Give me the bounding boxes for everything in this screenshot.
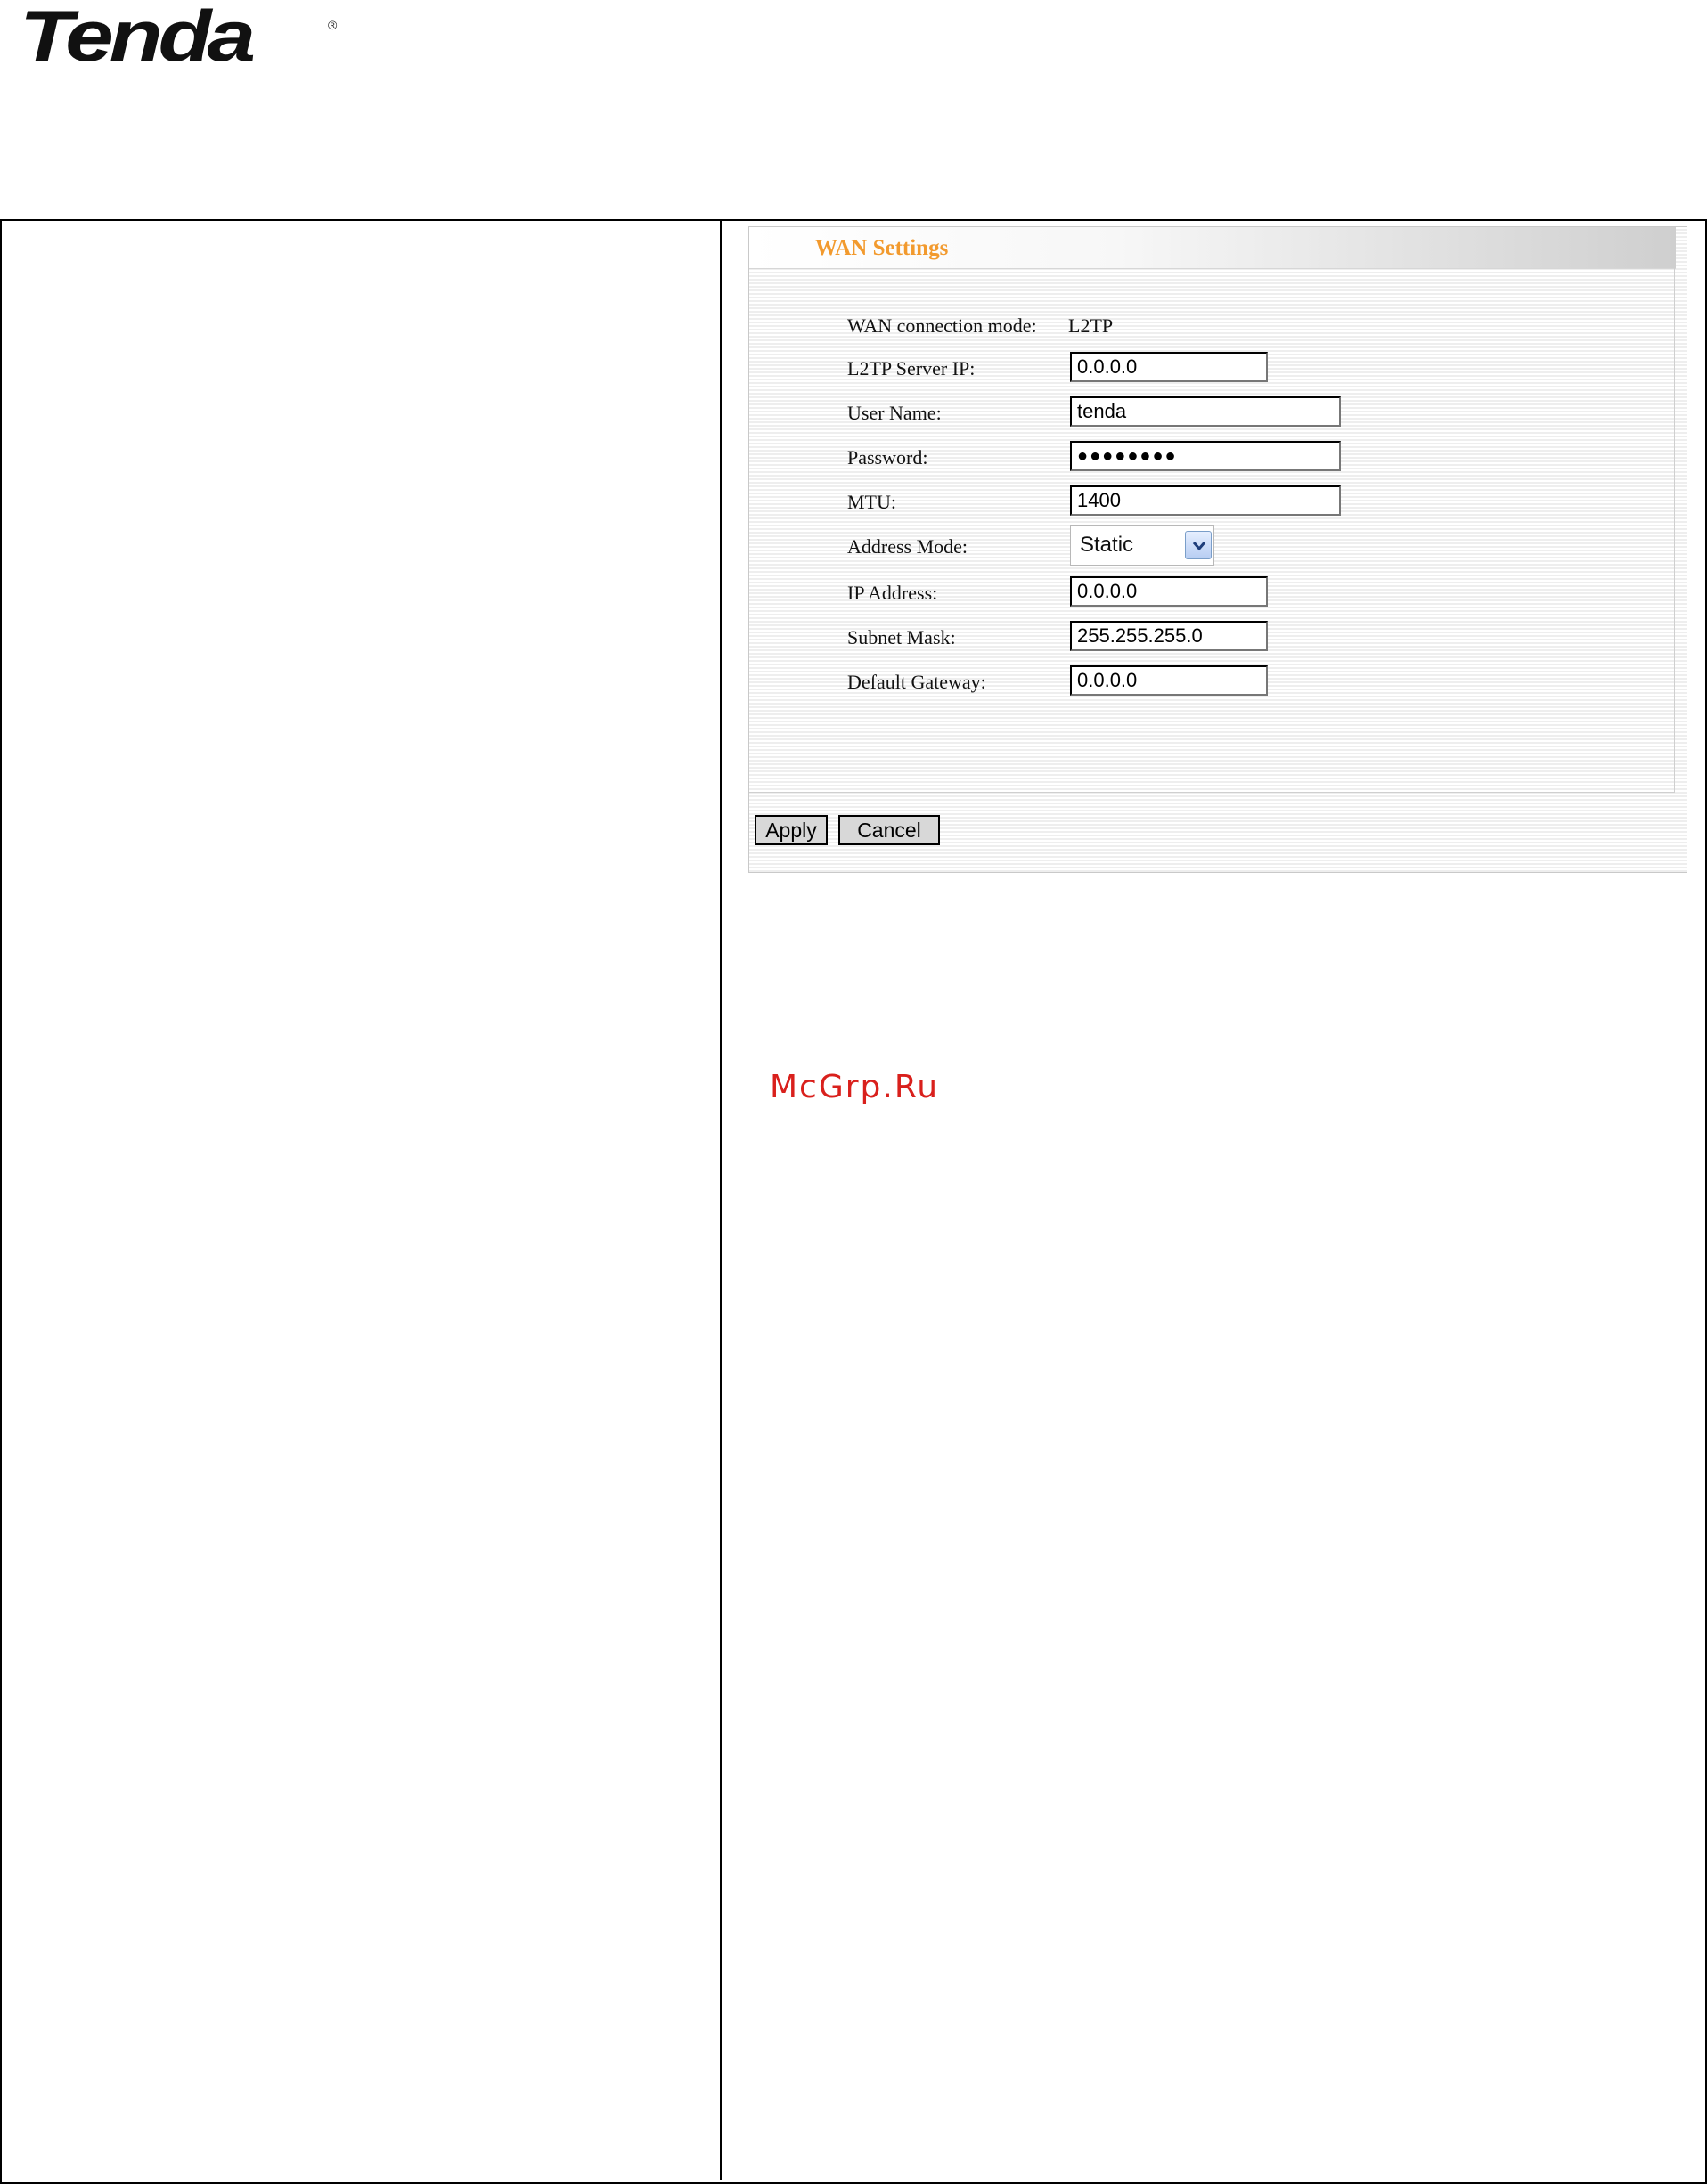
server-ip-input[interactable]: 0.0.0.0 (1070, 352, 1268, 382)
wan-settings-panel: WAN Settings WAN connection mode: L2TP L… (748, 226, 1687, 873)
chevron-down-icon[interactable] (1185, 531, 1212, 559)
address-mode-select[interactable]: Static (1070, 525, 1214, 566)
ip-address-label: IP Address: (847, 582, 938, 604)
address-mode-label: Address Mode: (847, 535, 968, 558)
column-divider (720, 221, 722, 2180)
subnet-mask-label: Subnet Mask: (847, 626, 956, 648)
default-gateway-input[interactable]: 0.0.0.0 (1070, 665, 1268, 696)
ip-address-input[interactable]: 0.0.0.0 (1070, 576, 1268, 607)
cancel-button[interactable]: Cancel (838, 815, 940, 845)
user-name-input[interactable]: tenda (1070, 396, 1341, 427)
password-input[interactable]: ●●●●●●●● (1070, 441, 1341, 471)
server-ip-label: L2TP Server IP: (847, 357, 976, 379)
apply-button[interactable]: Apply (755, 815, 828, 845)
mtu-label: MTU: (847, 491, 896, 513)
subnet-mask-input[interactable]: 255.255.255.0 (1070, 621, 1268, 651)
connection-mode-value: L2TP (1068, 314, 1114, 337)
user-name-label: User Name: (847, 402, 942, 424)
connection-mode-label: WAN connection mode: (847, 314, 1037, 337)
tenda-logo: Tenda (20, 0, 256, 77)
registered-mark: ® (328, 18, 338, 32)
password-label: Password: (847, 446, 928, 469)
panel-title-bar: WAN Settings (749, 227, 1676, 269)
watermark-text: McGrp.Ru (770, 1069, 940, 1105)
default-gateway-label: Default Gateway: (847, 671, 986, 693)
mtu-input[interactable]: 1400 (1070, 485, 1341, 516)
panel-title: WAN Settings (815, 236, 949, 260)
address-mode-selected-value: Static (1080, 533, 1134, 557)
